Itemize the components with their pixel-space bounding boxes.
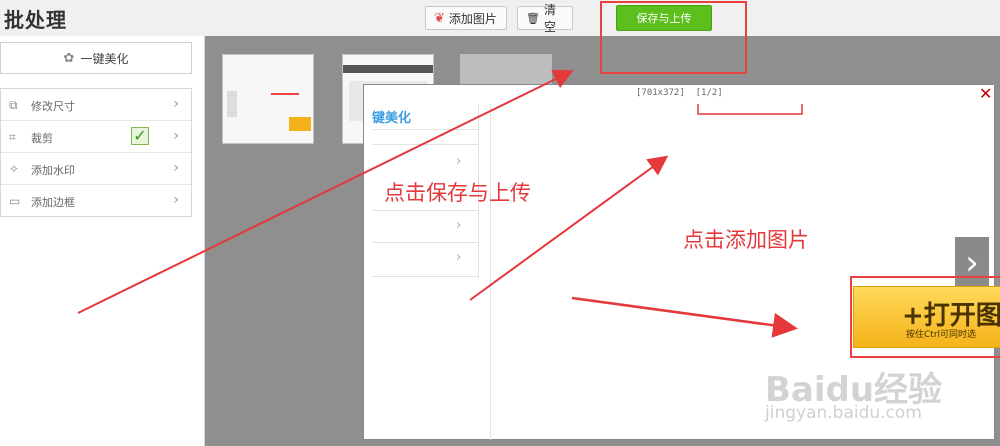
arrow-to-save-2 (469, 155, 669, 301)
arrow-to-save (77, 70, 574, 314)
annotation-arrows (77, 70, 803, 338)
arrow-to-open (571, 296, 798, 338)
bracket-page (697, 104, 803, 115)
